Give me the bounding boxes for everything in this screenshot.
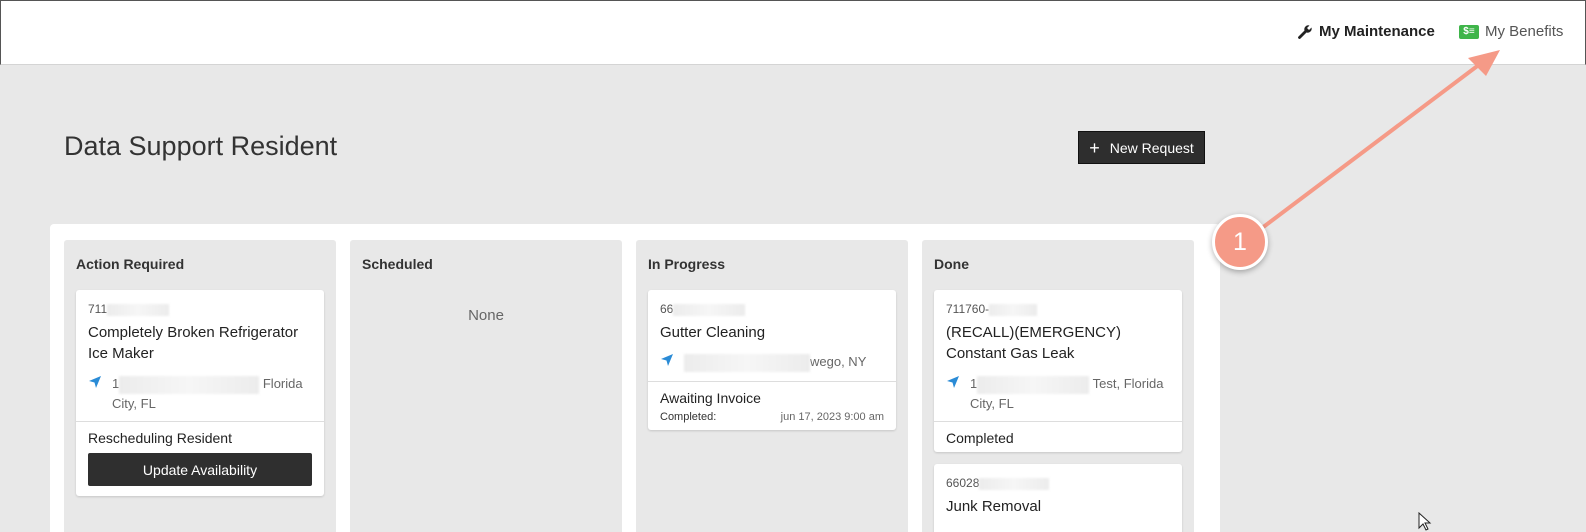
request-card[interactable]: 711760- (RECALL)(EMERGENCY) Constant Gas… [934, 290, 1182, 452]
card-divider [648, 381, 896, 382]
request-card[interactable]: 66 Gutter Cleaning wego, NY Awaiting Inv… [648, 290, 896, 430]
empty-state: None [468, 307, 504, 324]
wrench-icon [1298, 24, 1312, 39]
top-nav-bar: My Maintenance $≡ My Benefits [0, 0, 1586, 65]
page-title: Data Support Resident [64, 131, 338, 161]
completed-date-row: Completed: jun 17, 2023 9:00 am [660, 411, 884, 423]
new-request-label: New Request [1109, 139, 1194, 156]
plus-icon: + [1089, 137, 1100, 158]
column-done: Done 711760- (RECALL)(EMERGENCY) Constan… [922, 240, 1194, 532]
request-title: Gutter Cleaning [660, 324, 766, 341]
column-in-progress: In Progress 66 Gutter Cleaning wego, NY … [636, 240, 908, 532]
request-status: Completed [946, 430, 1014, 446]
request-id: 66028 [946, 476, 1050, 490]
nav-my-benefits-label: My Benefits [1485, 23, 1564, 40]
card-divider [934, 421, 1182, 422]
request-title: (RECALL)(EMERGENCY) Constant Gas Leak [946, 324, 1122, 362]
column-action-required: Action Required 711 Completely Broken Re… [64, 240, 336, 532]
request-id: 711760- [946, 302, 1038, 316]
request-board: Action Required 711 Completely Broken Re… [50, 224, 1220, 532]
mouse-cursor-icon [1418, 512, 1432, 531]
request-status: Rescheduling Resident [88, 430, 232, 446]
request-address: 1 Florida City, FL [88, 374, 312, 413]
location-arrow-icon [947, 376, 959, 388]
request-id: 711 [88, 302, 170, 316]
location-arrow-icon [89, 376, 101, 388]
column-title: Scheduled [362, 256, 433, 272]
new-request-button[interactable]: + New Request [1078, 131, 1205, 164]
request-status: Awaiting Invoice [660, 390, 761, 406]
request-id: 66 [660, 302, 746, 316]
request-address: 1 Test, Florida City, FL [946, 374, 1170, 413]
request-title: Junk Removal [946, 498, 1042, 515]
annotation-marker: 1 [1212, 214, 1268, 270]
card-divider [76, 421, 324, 422]
nav-my-maintenance[interactable]: My Maintenance [1297, 23, 1435, 40]
request-card[interactable]: 66028 Junk Removal [934, 464, 1182, 532]
column-title: In Progress [648, 256, 726, 272]
column-title: Done [934, 256, 969, 272]
request-card[interactable]: 711 Completely Broken Refrigerator Ice M… [76, 290, 324, 496]
column-title: Action Required [76, 256, 185, 272]
update-availability-button[interactable]: Update Availability [88, 453, 312, 486]
money-icon: $≡ [1459, 24, 1479, 39]
request-title: Completely Broken Refrigerator Ice Maker [88, 324, 299, 362]
nav-my-benefits[interactable]: $≡ My Benefits [1459, 23, 1563, 40]
completed-label: Completed: [660, 411, 717, 423]
column-scheduled: Scheduled None [350, 240, 622, 532]
completed-value: jun 17, 2023 9:00 am [780, 411, 884, 423]
request-address: wego, NY [660, 352, 894, 372]
location-arrow-icon [661, 354, 673, 366]
nav-my-maintenance-label: My Maintenance [1319, 23, 1435, 40]
